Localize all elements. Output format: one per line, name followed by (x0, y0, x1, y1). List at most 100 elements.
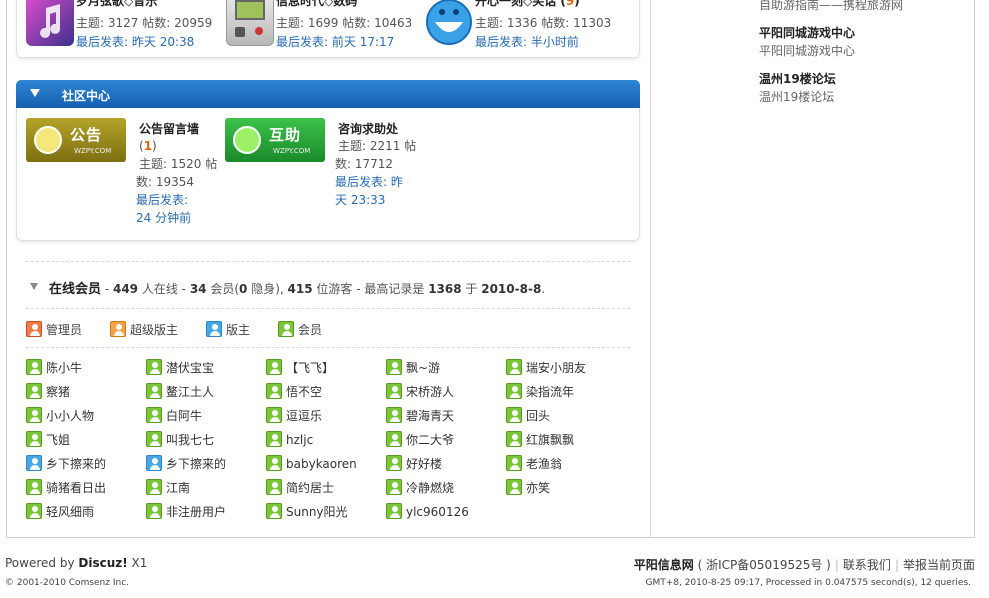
sidebar-link-desc[interactable]: 温州19楼论坛 (759, 88, 834, 105)
member-item[interactable]: 飞姐 (26, 431, 70, 448)
member-name[interactable]: Sunny阳光 (286, 505, 348, 519)
forum-last-post[interactable]: 最后发表: 昨 (335, 173, 403, 191)
forum-last-post-time[interactable]: 24 分钟前 (136, 209, 191, 227)
member-name[interactable]: babykaoren (286, 457, 357, 471)
member-item[interactable]: 老渔翁 (506, 455, 562, 472)
community-header[interactable]: 社区中心 (16, 80, 640, 108)
member-item[interactable]: 悟不空 (266, 383, 322, 400)
member-name[interactable]: 碧海青天 (406, 409, 454, 423)
member-item[interactable]: 叫我七七 (146, 431, 214, 448)
member-item[interactable]: 陈小牛 (26, 359, 82, 376)
member-name[interactable]: 悟不空 (286, 385, 322, 399)
member-item[interactable]: 瑞安小朋友 (506, 359, 586, 376)
member-item[interactable]: 简约居士 (266, 479, 334, 496)
icp-link[interactable]: ( 浙ICP备05019525号 ) (698, 558, 831, 572)
member-item[interactable]: 乡下擦来的 (26, 455, 106, 472)
member-name[interactable]: 回头 (526, 409, 550, 423)
member-item[interactable]: 骑猪看日出 (26, 479, 106, 496)
announcement-badge-icon[interactable]: 公告 WZPY.COM (26, 118, 126, 162)
member-item[interactable]: 碧海青天 (386, 407, 454, 424)
member-item[interactable]: 好好楼 (386, 455, 442, 472)
sidebar-link-title[interactable]: 温州19楼论坛 (759, 70, 836, 87)
member-name[interactable]: 冷静燃烧 (406, 481, 454, 495)
member-name[interactable]: 潜伏宝宝 (166, 361, 214, 375)
member-name[interactable]: 非注册用户 (166, 505, 226, 519)
member-name[interactable]: 飞姐 (46, 433, 70, 447)
member-icon (146, 431, 162, 447)
discuz-link[interactable]: Discuz! (78, 556, 127, 570)
member-name[interactable]: 乡下擦来的 (166, 457, 226, 471)
member-item[interactable]: 红旗飘飘 (506, 431, 574, 448)
member-name[interactable]: 瑞安小朋友 (526, 361, 586, 375)
member-item[interactable]: hzljc (266, 431, 313, 447)
contact-link[interactable]: 联系我们 (843, 558, 891, 572)
member-item[interactable]: 【飞飞】 (266, 359, 334, 376)
member-icon (26, 479, 42, 495)
member-name[interactable]: 飘~游 (406, 361, 440, 375)
forum-last-post-time[interactable]: 天 23:33 (335, 191, 385, 209)
member-name[interactable]: 鳌江土人 (166, 385, 214, 399)
forum-last-post[interactable]: 最后发表: (136, 191, 188, 209)
member-item[interactable]: 宋桥游人 (386, 383, 454, 400)
forum-title[interactable]: 岁月弦歌◇音乐 (76, 0, 157, 9)
member-item[interactable]: 回头 (506, 407, 550, 424)
member-item[interactable]: ylc960126 (386, 503, 469, 519)
member-item[interactable]: 乡下擦来的 (146, 455, 226, 472)
member-item[interactable]: 小小人物 (26, 407, 94, 424)
member-name[interactable]: 【飞飞】 (286, 361, 334, 375)
forum-last-post[interactable]: 最后发表: 昨天 20:38 (76, 33, 194, 50)
forum-title[interactable]: 公告留言墙 (139, 120, 199, 137)
member-name[interactable]: 红旗飘飘 (526, 433, 574, 447)
member-name[interactable]: 你二大爷 (406, 433, 454, 447)
member-name[interactable]: 小小人物 (46, 409, 94, 423)
member-name[interactable]: 染指流年 (526, 385, 574, 399)
member-item[interactable]: 非注册用户 (146, 503, 226, 520)
member-item[interactable]: 江南 (146, 479, 190, 496)
member-name[interactable]: 轻风细雨 (46, 505, 94, 519)
member-name[interactable]: 骑猪看日出 (46, 481, 106, 495)
member-name[interactable]: 亦笑 (526, 481, 550, 495)
member-item[interactable]: 逗逗乐 (266, 407, 322, 424)
member-name[interactable]: 宋桥游人 (406, 385, 454, 399)
member-item[interactable]: 白阿牛 (146, 407, 202, 424)
collapse-arrow-icon[interactable] (30, 89, 40, 97)
member-name[interactable]: ylc960126 (406, 505, 469, 519)
sidebar-link-desc[interactable]: 自助游指南——携程旅游网 (759, 0, 903, 13)
member-item[interactable]: Sunny阳光 (266, 503, 348, 520)
member-item[interactable]: 染指流年 (506, 383, 574, 400)
report-link[interactable]: 举报当前页面 (903, 558, 975, 572)
member-name[interactable]: 好好楼 (406, 457, 442, 471)
member-name[interactable]: 叫我七七 (166, 433, 214, 447)
member-icon (26, 383, 42, 399)
site-name-link[interactable]: 平阳信息网 (634, 558, 694, 572)
forum-title[interactable]: 开心一刻◇笑话 (9) (475, 0, 580, 9)
forum-last-post[interactable]: 最后发表: 半小时前 (475, 33, 579, 50)
member-item[interactable]: 鳌江土人 (146, 383, 214, 400)
member-item[interactable]: 飘~游 (386, 359, 440, 376)
member-item[interactable]: 潜伏宝宝 (146, 359, 214, 376)
sidebar-link-desc[interactable]: 平阳同城游戏中心 (759, 42, 855, 59)
member-name[interactable]: 乡下擦来的 (46, 457, 106, 471)
member-item[interactable]: babykaoren (266, 455, 357, 471)
member-item[interactable]: 亦笑 (506, 479, 550, 496)
member-name[interactable]: 老渔翁 (526, 457, 562, 471)
member-name[interactable]: 察猪 (46, 385, 70, 399)
online-title[interactable]: 在线会员 (49, 282, 101, 297)
help-badge-icon[interactable]: 互助 WZPY.COM (225, 118, 325, 162)
member-item[interactable]: 轻风细雨 (26, 503, 94, 520)
member-name[interactable]: 白阿牛 (166, 409, 202, 423)
member-name[interactable]: hzljc (286, 433, 313, 447)
member-name[interactable]: 江南 (166, 481, 190, 495)
member-name[interactable]: 简约居士 (286, 481, 334, 495)
collapse-arrow-icon[interactable] (30, 283, 38, 290)
member-name[interactable]: 逗逗乐 (286, 409, 322, 423)
member-item[interactable]: 冷静燃烧 (386, 479, 454, 496)
member-item[interactable]: 你二大爷 (386, 431, 454, 448)
sidebar-link-title[interactable]: 平阳同城游戏中心 (759, 24, 855, 41)
member-name[interactable]: 陈小牛 (46, 361, 82, 375)
member-icon (386, 479, 402, 495)
forum-last-post[interactable]: 最后发表: 前天 17:17 (276, 33, 394, 50)
forum-title[interactable]: 咨询求助处 (338, 120, 398, 137)
forum-title[interactable]: 信息时代◇数码 (276, 0, 357, 9)
member-item[interactable]: 察猪 (26, 383, 70, 400)
